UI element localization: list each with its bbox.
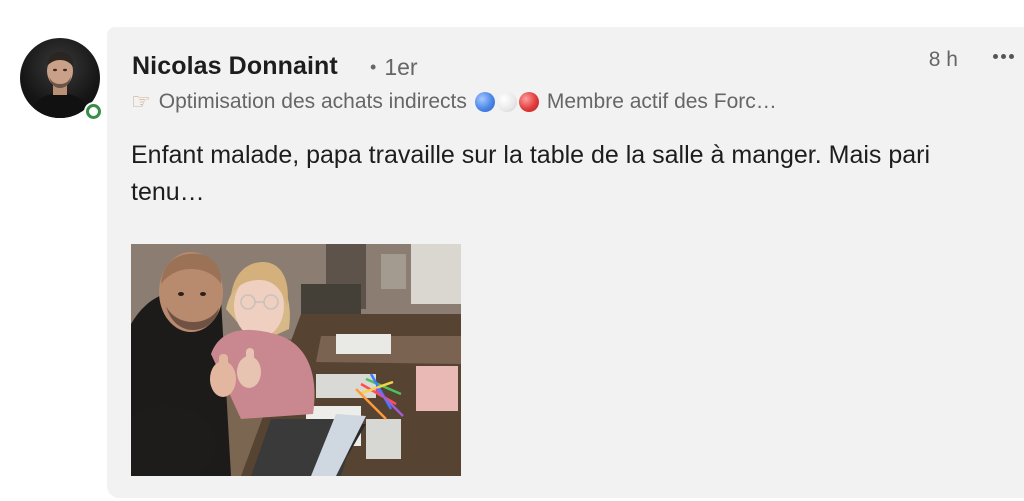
blue-circle-icon	[474, 92, 495, 112]
author-name[interactable]: Nicolas Donnaint	[132, 52, 338, 81]
online-status-icon	[86, 104, 101, 119]
post-card: Nicolas Donnaint • 1er 8 h ☞ Optimisation…	[107, 27, 1024, 498]
presence-indicator	[84, 102, 103, 121]
degree-label: 1er	[384, 54, 418, 80]
white-circle-icon	[496, 92, 517, 112]
post-time: 8 h	[928, 48, 958, 71]
post-photo	[131, 244, 461, 476]
degree-separator: •	[370, 57, 377, 77]
author-headline: ☞ Optimisation des achats indirects Memb…	[131, 89, 777, 115]
post-text: Enfant malade, papa travaille sur la tab…	[131, 141, 931, 206]
author-avatar-container[interactable]	[20, 38, 103, 121]
post-image[interactable]	[131, 244, 461, 476]
more-options-icon[interactable]	[993, 54, 1014, 59]
connection-degree: • 1er	[370, 54, 418, 81]
headline-prefix: Optimisation des achats indirects	[158, 90, 467, 113]
pointing-hand-icon: ☞	[131, 89, 151, 114]
headline-suffix: Membre actif des Forc…	[546, 90, 777, 113]
red-circle-icon	[518, 92, 539, 112]
